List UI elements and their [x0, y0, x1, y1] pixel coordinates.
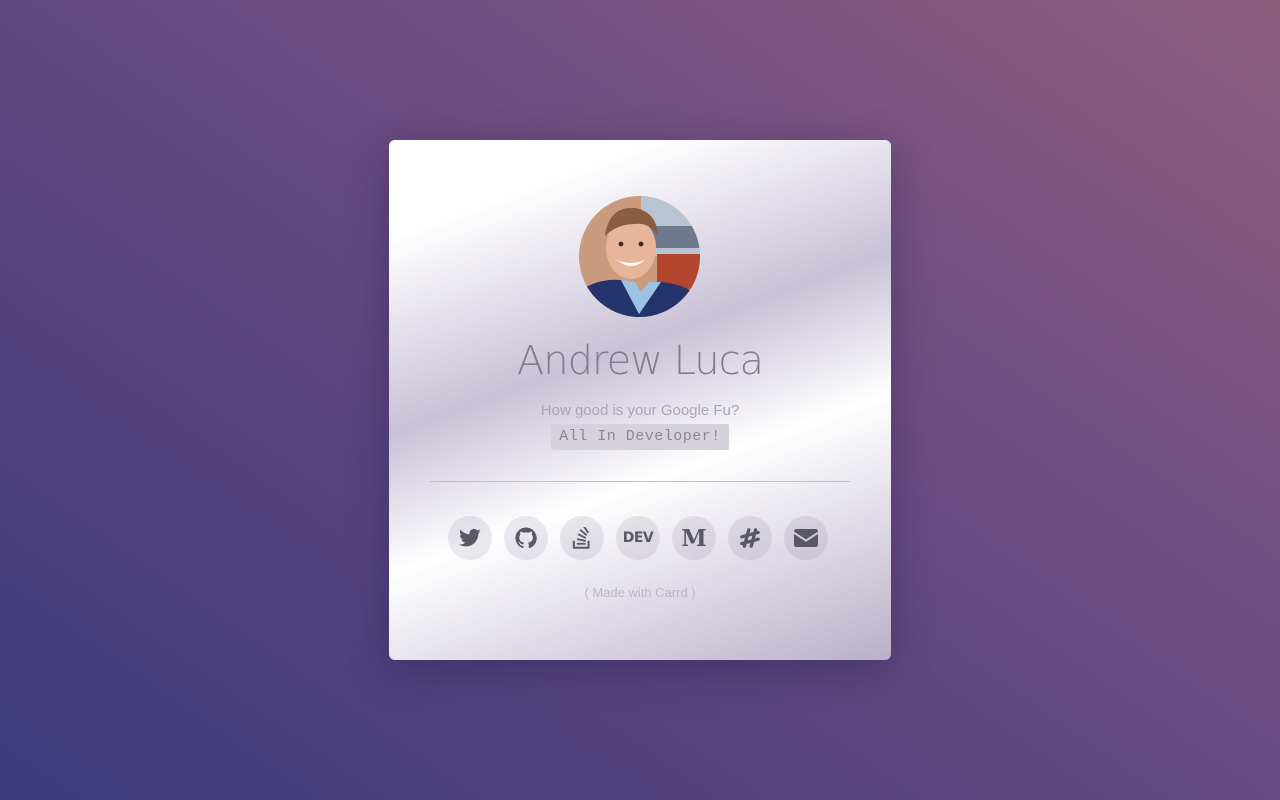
stackoverflow-icon	[572, 527, 590, 549]
twitter-icon	[459, 528, 481, 547]
email-link[interactable]	[784, 516, 828, 560]
profile-name: Andrew Luca	[516, 338, 764, 384]
avatar	[579, 196, 700, 317]
profile-tagline: How good is your Google Fu?	[540, 402, 740, 419]
slack-icon	[740, 528, 760, 548]
twitter-link[interactable]	[448, 516, 492, 560]
avatar-photo	[579, 196, 700, 317]
slack-link[interactable]	[728, 516, 772, 560]
dev-icon: DEV	[622, 530, 654, 546]
code-badge: All In Developer!	[551, 424, 729, 450]
medium-icon: M	[681, 524, 707, 552]
envelope-icon	[794, 529, 818, 547]
divider	[430, 481, 850, 482]
stackoverflow-link[interactable]	[560, 516, 604, 560]
made-with-link[interactable]: ( Made with Carrd )	[389, 585, 891, 600]
github-icon	[515, 527, 537, 549]
medium-link[interactable]: M	[672, 516, 716, 560]
dev-link[interactable]: DEV	[616, 516, 660, 560]
social-links: DEV M	[448, 516, 828, 560]
profile-card: Andrew Luca How good is your Google Fu? …	[389, 140, 891, 660]
github-link[interactable]	[504, 516, 548, 560]
